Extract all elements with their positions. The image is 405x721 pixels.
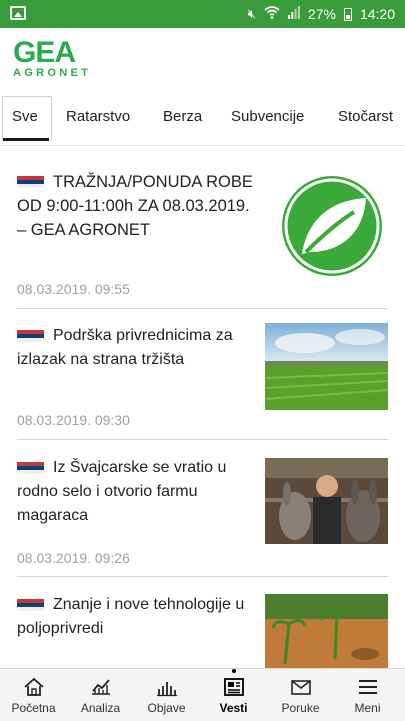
news-title[interactable]: Podrška privrednicima za izlazak na stra… (17, 324, 257, 372)
nav-meni[interactable]: Meni (334, 669, 401, 721)
tab-berza[interactable]: Berza (163, 108, 202, 125)
news-title[interactable]: Iz Švajcarske se vratio u rodno selo i o… (17, 456, 257, 528)
logo-sub-text: AGRONET (13, 67, 92, 79)
news-date: 08.03.2019. 09:30 (17, 412, 130, 428)
divider (17, 576, 388, 577)
image-notification-icon (10, 6, 26, 20)
active-indicator-dot (231, 669, 236, 673)
gea-agronet-logo[interactable]: GEA AGRONET (13, 36, 92, 80)
news-thumbnail-seedlings[interactable] (265, 594, 388, 668)
news-thumbnail-donkeys[interactable] (265, 458, 388, 544)
nav-label: Početna (11, 701, 56, 715)
mail-icon (290, 680, 311, 695)
clock: 14:20 (359, 6, 395, 22)
nav-pocetna[interactable]: Početna (0, 669, 67, 721)
mute-icon: 🔇︎ (247, 6, 256, 21)
tab-subvencije[interactable]: Subvencije (231, 108, 304, 125)
tab-active-indicator (3, 138, 49, 141)
news-date: 08.03.2019. 09:26 (17, 550, 130, 566)
nav-label: Vesti (219, 701, 248, 715)
divider (17, 439, 388, 440)
tab-sve[interactable]: Sve (12, 108, 38, 125)
menu-icon (358, 680, 377, 694)
divider (17, 308, 388, 309)
news-icon (223, 678, 244, 696)
logo-main-text: GEA (13, 36, 76, 69)
nav-poruke[interactable]: Poruke (267, 669, 334, 721)
news-date: 08.03.2019. 09:55 (17, 281, 130, 297)
news-list[interactable]: TRAŽNJA/PONUDA ROBE OD 9:00-11:00h ZA 08… (0, 146, 405, 668)
news-title[interactable]: TRAŽNJA/PONUDA ROBE OD 9:00-11:00h ZA 08… (17, 170, 257, 242)
category-tabs: Sve Ratarstvo Berza Subvencije Stočarst (0, 90, 405, 146)
nav-label: Poruke (281, 701, 320, 715)
app-bar: GEA AGRONET (0, 28, 405, 90)
news-thumbnail-field[interactable] (265, 323, 388, 410)
battery-icon (343, 7, 352, 21)
nav-label: Analiza (80, 701, 121, 715)
status-icons: 🔇︎ 27% 14:20 (248, 6, 395, 22)
status-bar: 🔇︎ 27% 14:20 (0, 0, 405, 28)
wifi-icon (264, 6, 280, 22)
news-thumbnail-gea-leaf[interactable] (280, 174, 384, 278)
home-icon (23, 677, 44, 696)
tab-stocarstvo[interactable]: Stočarst (338, 108, 393, 125)
nav-label: Objave (147, 701, 186, 715)
signal-icon (287, 6, 300, 22)
nav-vesti[interactable]: Vesti (200, 669, 267, 721)
bars-icon (156, 682, 177, 697)
battery-percent: 27% (307, 6, 336, 22)
chart-line-icon (91, 679, 110, 695)
nav-analiza[interactable]: Analiza (67, 669, 134, 721)
news-title[interactable]: Znanje i nove tehnologije u poljoprivred… (17, 593, 257, 641)
tab-ratarstvo[interactable]: Ratarstvo (66, 108, 130, 125)
nav-objave[interactable]: Objave (133, 669, 200, 721)
nav-label: Meni (354, 701, 381, 715)
bottom-navigation: Početna Analiza Objave Vesti Poruke Meni (0, 668, 405, 721)
